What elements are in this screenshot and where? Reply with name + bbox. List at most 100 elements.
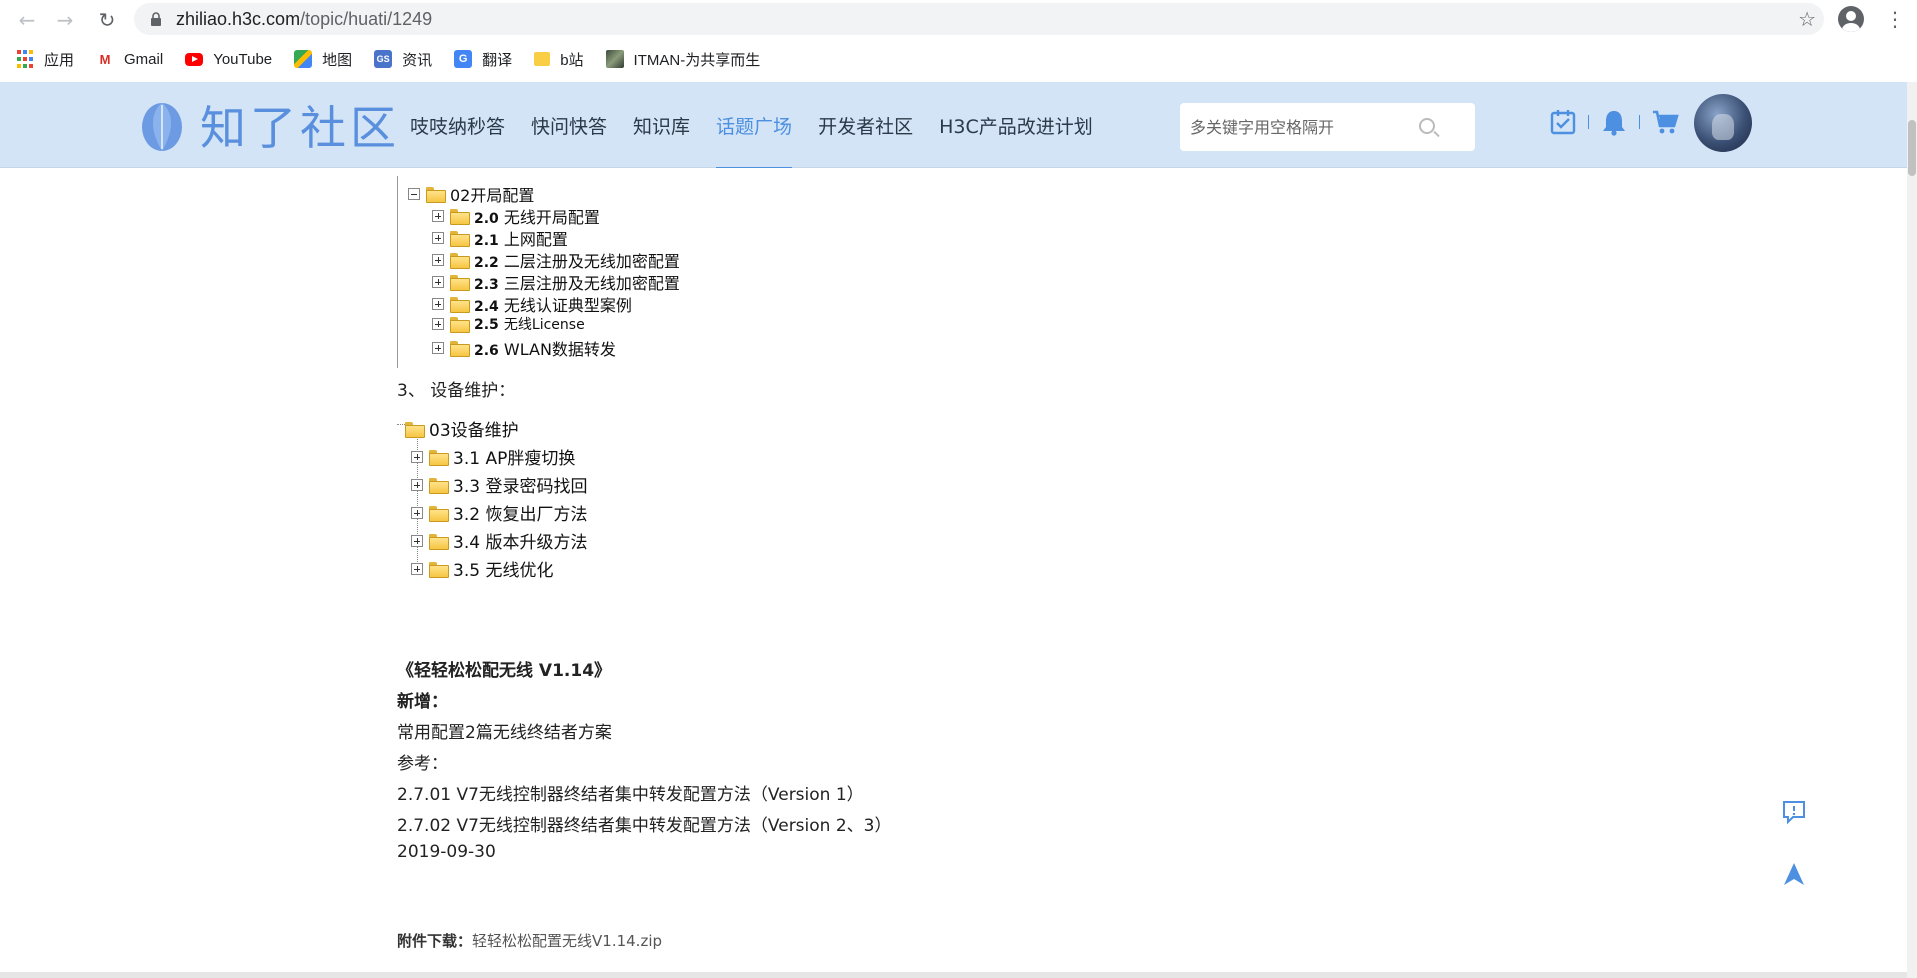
tree-item-label: 3.5 无线优化 <box>453 561 554 581</box>
apps-grid-icon <box>16 50 34 68</box>
bookmark-label: 资讯 <box>402 51 433 69</box>
collapse-minus-icon[interactable] <box>408 188 420 200</box>
bookmark-bzhan[interactable]: b站 <box>534 49 584 70</box>
folder-icon <box>450 275 470 291</box>
reload-icon[interactable]: ↻ <box>92 5 122 35</box>
tree-item-number: 2.5 <box>474 317 499 333</box>
header-icon-group <box>1548 104 1680 140</box>
folder-icon <box>450 253 470 269</box>
folder-icon <box>450 209 470 225</box>
expand-plus-icon[interactable] <box>432 210 444 222</box>
bookmark-news[interactable]: GS 资讯 <box>374 49 432 70</box>
search-input[interactable] <box>1190 117 1420 137</box>
tree-root-row[interactable]: 02开局配置 <box>408 182 534 206</box>
tree-root-label: 03设备维护 <box>429 421 519 441</box>
tree-item-number: 2.3 <box>474 277 499 293</box>
search-icon[interactable] <box>1419 118 1435 134</box>
tree-item[interactable]: 2.2 二层注册及无线加密配置 <box>432 248 680 272</box>
attachment-download: 附件下载：轻轻松松配置无线V1.14.zip <box>397 930 662 951</box>
url-text: zhiliao.h3c.com/topic/huati/1249 <box>176 9 432 30</box>
article-content: 02开局配置 2.0 无线开局配置 2.1 上网配置 2.2 二层注册及无线加密… <box>0 168 1907 978</box>
news-icon: GS <box>374 50 393 68</box>
bookmark-label: b站 <box>560 51 584 69</box>
tree-item-label: 二层注册及无线加密配置 <box>503 252 680 271</box>
expand-plus-icon[interactable] <box>411 534 423 547</box>
tree-item-label: 3.4 版本升级方法 <box>453 533 588 553</box>
tree-item-label: 3.1 AP胖瘦切换 <box>453 449 576 469</box>
feedback-icon[interactable] <box>1780 798 1808 826</box>
calendar-check-icon[interactable] <box>1548 107 1578 137</box>
forward-arrow-icon[interactable]: → <box>50 5 80 35</box>
expand-plus-icon[interactable] <box>411 562 423 575</box>
cicada-logo-icon <box>138 97 186 153</box>
expand-plus-icon[interactable] <box>411 450 423 463</box>
site-header: 知了社区 吱吱纳秒答 快问快答 知识库 话题广场 开发者社区 H3C产品改进计划 <box>0 82 1907 169</box>
attachment-link[interactable]: 轻轻松松配置无线V1.14.zip <box>472 932 662 950</box>
menu-kebab-icon[interactable]: ⋮ <box>1885 6 1905 32</box>
tree-root-label: 02开局配置 <box>450 186 535 205</box>
bookmark-youtube[interactable]: YouTube <box>185 51 272 68</box>
expand-plus-icon[interactable] <box>432 276 444 288</box>
maps-icon <box>294 50 313 68</box>
tree-item-label: 无线License <box>503 317 585 333</box>
shopping-cart-icon[interactable] <box>1650 107 1680 137</box>
tree-item[interactable]: 2.5 无线License <box>432 314 585 334</box>
bookmark-itman[interactable]: ITMAN-为共享而生 <box>605 49 761 70</box>
tree-item[interactable]: 3.1 AP胖瘦切换 <box>411 444 575 469</box>
bookmark-star-icon[interactable]: ☆ <box>1798 7 1816 31</box>
tree-item-label: 3.2 恢复出厂方法 <box>453 505 588 525</box>
release-date: 2019-09-30 <box>397 842 496 862</box>
expand-plus-icon[interactable] <box>432 254 444 266</box>
folder-icon <box>450 317 470 333</box>
site-logo[interactable]: 知了社区 <box>138 94 400 156</box>
tree-item[interactable]: 3.5 无线优化 <box>411 556 553 581</box>
folder-icon <box>450 297 470 313</box>
expand-plus-icon[interactable] <box>432 318 444 330</box>
bookmark-translate[interactable]: G 翻译 <box>454 49 512 70</box>
nav-item-product-improvement[interactable]: H3C产品改进计划 <box>939 82 1093 168</box>
reference-item: 2.7.02 V7无线控制器终结者集中转发配置方法（Version 2、3） <box>397 816 892 836</box>
bookmark-gmail[interactable]: M Gmail <box>96 50 164 68</box>
config-tree-panel[interactable]: 02开局配置 2.0 无线开局配置 2.1 上网配置 2.2 二层注册及无线加密… <box>397 176 697 368</box>
expand-plus-icon[interactable] <box>432 232 444 244</box>
nav-item-quick-qa[interactable]: 快问快答 <box>531 82 607 168</box>
url-path: /topic/huati/1249 <box>300 8 433 29</box>
expand-plus-icon[interactable] <box>432 342 444 354</box>
folder-icon <box>405 421 425 438</box>
nav-item-topic-square[interactable]: 话题广场 <box>716 82 793 169</box>
back-arrow-icon[interactable]: ← <box>12 5 42 35</box>
expand-plus-icon[interactable] <box>411 478 423 491</box>
tree-item[interactable]: 3.4 版本升级方法 <box>411 528 587 553</box>
horizontal-scroll-track <box>0 972 1907 978</box>
scrollbar-thumb[interactable] <box>1908 120 1916 176</box>
bookmark-maps[interactable]: 地图 <box>294 49 352 70</box>
nav-item-knowledge-base[interactable]: 知识库 <box>633 82 690 168</box>
expand-plus-icon[interactable] <box>411 506 423 519</box>
reference-item: 2.7.01 V7无线控制器终结者集中转发配置方法（Version 1） <box>397 785 864 805</box>
expand-plus-icon[interactable] <box>432 298 444 310</box>
tree-item[interactable]: 2.3 三层注册及无线加密配置 <box>432 270 680 294</box>
page-scrollbar[interactable] <box>1907 82 1917 978</box>
tree-item[interactable]: 3.3 登录密码找回 <box>411 472 587 497</box>
tree-item-label: WLAN数据转发 <box>503 340 616 359</box>
account-icon[interactable] <box>1838 6 1864 32</box>
tree-item[interactable]: 3.2 恢复出厂方法 <box>411 500 587 525</box>
tree-item[interactable]: 2.6 WLAN数据转发 <box>432 336 616 360</box>
bookmark-label: ITMAN-为共享而生 <box>633 51 761 69</box>
youtube-icon <box>185 52 204 66</box>
itman-thumbnail-icon <box>605 50 624 68</box>
folder-icon <box>429 533 449 550</box>
tree-item[interactable]: 2.0 无线开局配置 <box>432 204 600 228</box>
back-to-top-icon[interactable] <box>1780 860 1808 888</box>
tree-item[interactable]: 2.1 上网配置 <box>432 226 568 250</box>
user-avatar[interactable] <box>1694 94 1752 152</box>
nav-item-zhizhi[interactable]: 吱吱纳秒答 <box>410 82 505 168</box>
bookmark-apps[interactable]: 应用 <box>16 49 74 70</box>
tree-item[interactable]: 2.4 无线认证典型案例 <box>432 292 632 316</box>
nav-item-developer-community[interactable]: 开发者社区 <box>818 82 913 168</box>
lock-icon <box>148 11 164 27</box>
address-bar[interactable]: zhiliao.h3c.com/topic/huati/1249 ☆ <box>134 3 1824 35</box>
bell-icon[interactable] <box>1599 107 1629 137</box>
tree-root-row[interactable]: 03设备维护 <box>405 416 519 441</box>
bookmark-label: YouTube <box>213 50 273 68</box>
